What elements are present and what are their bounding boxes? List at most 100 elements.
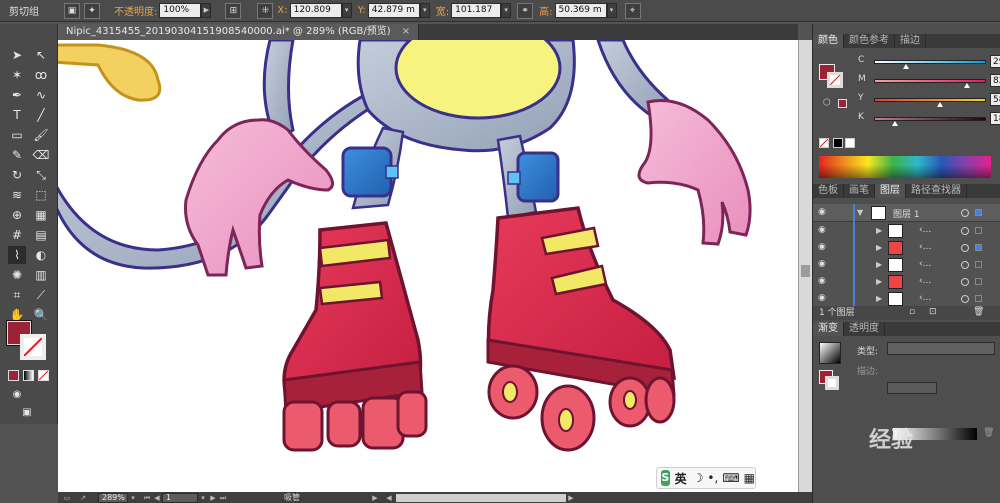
channel-value-field[interactable]: 58.73 bbox=[990, 93, 1000, 106]
layer-name[interactable]: 图层 1 bbox=[893, 207, 920, 220]
height-stepper[interactable]: ▾ bbox=[606, 3, 617, 18]
rectangle-tool-icon[interactable]: ▭ bbox=[8, 126, 26, 144]
ime-punct-icon[interactable]: •, bbox=[707, 471, 718, 485]
slider-knob[interactable] bbox=[903, 64, 910, 69]
ime-menu-icon[interactable]: ▦ bbox=[744, 471, 755, 485]
sublayer-name[interactable]: ‹... bbox=[919, 259, 931, 269]
sublayer-row[interactable]: ◉ ▶ ‹... bbox=[813, 273, 1000, 291]
eyedropper-icon[interactable]: ⌇ bbox=[8, 246, 26, 264]
layer-row-main[interactable]: ◉ ▼ 图层 1 bbox=[813, 204, 1000, 222]
channel-slider[interactable] bbox=[874, 60, 986, 64]
scale-icon[interactable]: ⤡ bbox=[32, 166, 50, 184]
reference-point-icon[interactable]: ⁜ bbox=[257, 2, 274, 19]
width-stepper[interactable]: ▾ bbox=[501, 3, 512, 18]
sublayer-row[interactable]: ◉ ▶ ‹... bbox=[813, 239, 1000, 257]
target-circle-icon[interactable] bbox=[961, 227, 969, 235]
document-tab[interactable]: Nipic_4315455_20190304151908540000.ai* @… bbox=[58, 24, 420, 40]
channel-slider[interactable] bbox=[874, 98, 986, 102]
none-mode-icon[interactable] bbox=[38, 370, 49, 381]
paintbrush-icon[interactable]: 🖌 bbox=[32, 126, 50, 144]
visibility-eye-icon[interactable]: ◉ bbox=[818, 277, 830, 286]
mesh-icon[interactable]: # bbox=[8, 226, 26, 244]
slider-knob[interactable] bbox=[963, 83, 970, 88]
channel-value-field[interactable]: 82.98 bbox=[990, 74, 1000, 87]
sublayer-name[interactable]: ‹... bbox=[919, 276, 931, 286]
black-color-chip[interactable] bbox=[833, 138, 843, 148]
ime-toolbar[interactable]: S 英 ☽ •, ⌨ ▦ bbox=[656, 467, 756, 489]
color-mode-icon[interactable] bbox=[8, 370, 19, 381]
tab-color[interactable]: 颜色 bbox=[813, 34, 844, 48]
sublayer-name[interactable]: ‹... bbox=[919, 293, 931, 303]
selection-tool-icon[interactable]: ➤ bbox=[8, 46, 26, 64]
web-color-swatch[interactable] bbox=[838, 99, 847, 108]
tab-gradient[interactable]: 渐变 bbox=[813, 322, 844, 336]
expand-triangle-icon[interactable]: ▶ bbox=[876, 226, 882, 235]
opacity-label[interactable]: 不透明度: bbox=[114, 3, 157, 18]
selection-square-icon[interactable] bbox=[975, 209, 982, 216]
close-tab-icon[interactable]: × bbox=[402, 26, 410, 37]
expand-triangle-icon[interactable]: ▶ bbox=[876, 260, 882, 269]
ime-keyboard-icon[interactable]: ⌨ bbox=[722, 471, 739, 485]
zoom-field[interactable]: 289% bbox=[98, 492, 128, 503]
screen-mode-icon[interactable]: ▣ bbox=[18, 404, 36, 422]
first-artboard-icon[interactable]: ⏮ bbox=[142, 493, 152, 503]
scroll-thumb[interactable] bbox=[801, 265, 810, 277]
target-circle-icon[interactable] bbox=[961, 244, 969, 252]
width-field[interactable]: 101.187 bbox=[451, 3, 502, 18]
horizontal-scrollbar[interactable] bbox=[396, 493, 566, 502]
zoom-tool-icon[interactable]: 🔍 bbox=[32, 306, 50, 324]
color-spectrum[interactable] bbox=[819, 156, 991, 178]
gradient-preview[interactable] bbox=[819, 342, 841, 364]
visibility-eye-icon[interactable]: ◉ bbox=[818, 294, 830, 303]
target-circle-icon[interactable] bbox=[961, 278, 969, 286]
visibility-eye-icon[interactable]: ◉ bbox=[818, 208, 830, 217]
curvature-icon[interactable]: ∿ bbox=[32, 86, 50, 104]
free-transform-icon[interactable]: ⬚ bbox=[32, 186, 50, 204]
target-circle-icon[interactable] bbox=[961, 295, 969, 303]
slider-knob[interactable] bbox=[892, 121, 899, 126]
pencil-icon[interactable]: ✎ bbox=[8, 146, 26, 164]
recolor-icon[interactable]: ✦ bbox=[84, 2, 100, 19]
last-artboard-icon[interactable]: ⏭ bbox=[218, 493, 228, 503]
x-field[interactable]: 120.809 bbox=[289, 3, 342, 18]
type-tool-icon[interactable]: T bbox=[8, 106, 26, 124]
eraser-icon[interactable]: ⌫ bbox=[32, 146, 50, 164]
tab-transparency[interactable]: 透明度 bbox=[844, 322, 885, 336]
shape-builder-icon[interactable]: ⊕ bbox=[8, 206, 26, 224]
artboard-dropdown-icon[interactable]: ▾ bbox=[198, 493, 208, 503]
none-color-icon[interactable] bbox=[819, 138, 829, 148]
x-stepper[interactable]: ▾ bbox=[341, 3, 352, 18]
selection-square-icon[interactable] bbox=[975, 227, 982, 234]
opacity-dropdown-button[interactable]: ▶ bbox=[201, 3, 212, 18]
ime-language-label[interactable]: 英 bbox=[675, 470, 687, 487]
rotate-icon[interactable]: ↻ bbox=[8, 166, 26, 184]
hscroll-right-icon[interactable]: ▶ bbox=[566, 493, 576, 503]
channel-slider[interactable] bbox=[874, 117, 986, 121]
y-field[interactable]: 42.879 m bbox=[367, 3, 420, 18]
blend-icon[interactable]: ◐ bbox=[32, 246, 50, 264]
new-layer-icon[interactable]: ⊡ bbox=[929, 307, 937, 317]
transform-icon[interactable]: ⌖ bbox=[624, 2, 641, 19]
delete-layer-icon[interactable]: 🗑 bbox=[973, 307, 984, 317]
sublayer-name[interactable]: ‹... bbox=[919, 242, 931, 252]
target-circle-icon[interactable] bbox=[961, 209, 969, 217]
tab-brushes[interactable]: 画笔 bbox=[844, 184, 875, 198]
target-circle-icon[interactable] bbox=[961, 261, 969, 269]
visibility-eye-icon[interactable]: ◉ bbox=[818, 260, 830, 269]
status-menu-icon[interactable]: ▶ bbox=[370, 493, 380, 503]
sublayer-row[interactable]: ◉ ▶ ‹... bbox=[813, 222, 1000, 240]
tab-pathfinder[interactable]: 路径查找器 bbox=[906, 184, 967, 198]
slider-knob[interactable] bbox=[937, 102, 944, 107]
gradient-type-dropdown[interactable] bbox=[887, 342, 995, 355]
symbol-sprayer-icon[interactable]: ✺ bbox=[8, 266, 26, 284]
ime-moon-icon[interactable]: ☽ bbox=[693, 471, 704, 485]
tab-swatches[interactable]: 色板 bbox=[813, 184, 844, 198]
tab-layers[interactable]: 图层 bbox=[875, 184, 906, 198]
opacity-field[interactable]: 100% bbox=[159, 3, 202, 18]
magic-wand-icon[interactable]: ✶ bbox=[8, 66, 26, 84]
slice-tool-icon[interactable]: ⟋ bbox=[32, 286, 50, 304]
link-icon[interactable]: ⚭ bbox=[517, 2, 534, 19]
visibility-eye-icon[interactable]: ◉ bbox=[818, 226, 830, 235]
selection-square-icon[interactable] bbox=[975, 261, 982, 268]
delete-stop-icon[interactable]: 🗑 bbox=[983, 428, 994, 438]
